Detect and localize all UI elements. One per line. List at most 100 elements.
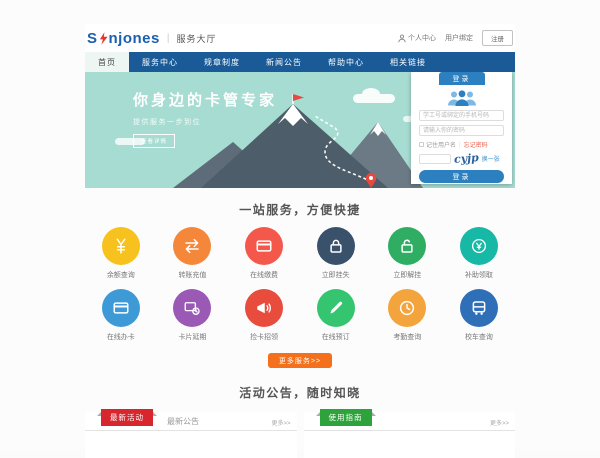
login-tab[interactable]: 登录 [439,72,485,85]
service-circle[interactable] [460,227,498,265]
login-panel: 登录 记住用户名 | 忘记密码 cyjp 换一张 [411,72,512,184]
change-captcha-link[interactable]: 换一张 [482,154,500,163]
user-guide-ribbon[interactable]: 使用指南 [320,409,372,426]
lock-icon [327,237,345,255]
service-circle[interactable] [102,289,140,327]
service-circle[interactable] [173,227,211,265]
nav-item-home[interactable]: 首页 [85,52,129,72]
services-heading: 一站服务，方便快捷 [85,201,515,218]
service-label: 考勤查询 [393,332,421,342]
header-links: 个人中心 用户绑定 注册 [398,30,513,46]
more-services-button[interactable]: 更多服务>> [268,353,332,368]
remember-checkbox[interactable] [419,142,424,147]
personal-center-link[interactable]: 个人中心 [398,33,436,43]
logo-text: S njones [87,30,160,47]
logo[interactable]: S njones | 服务大厅 [87,30,216,47]
hero-cta-button[interactable]: 查看详情 [133,134,175,148]
service-circle[interactable] [245,289,283,327]
user-bind-label: 用户绑定 [445,33,473,43]
pencil-icon [327,299,345,317]
divider: | [459,142,461,148]
service-item-found-card[interactable]: 捡卡招领 [228,289,300,342]
service-item-balance[interactable]: 余额查询 [85,227,157,280]
card-clock-icon [183,299,201,317]
service-circle[interactable] [245,227,283,265]
captcha-image[interactable]: cyjp [454,151,480,166]
latest-activity-ribbon[interactable]: 最新活动 [101,409,153,426]
services-grid: 余额查询 转账充值 在线缴费 立即挂失 [85,227,515,351]
hero-copy: 你身边的卡管专家 提供服务一步到位 查看详情 [133,89,277,148]
service-label: 立即挂失 [322,270,350,280]
nav-item-news[interactable]: 新闻公告 [253,52,315,72]
user-bind-link[interactable]: 用户绑定 [445,33,473,43]
yen-icon [112,237,130,255]
service-item-school-bus[interactable]: 校车查询 [443,289,515,342]
service-circle[interactable] [317,227,355,265]
more-link[interactable]: 更多>> [271,418,290,427]
service-label: 在线预订 [322,332,350,342]
service-item-apply-card[interactable]: 在线办卡 [85,289,157,342]
logo-suffix: njones [109,30,160,47]
lightning-icon [99,32,108,45]
service-circle[interactable] [173,289,211,327]
service-label: 在线缴费 [250,270,278,280]
password-input[interactable] [419,125,504,136]
panel-header: 最新活动 最新公告 更多>> [85,412,297,431]
service-item-pay[interactable]: 在线缴费 [228,227,300,280]
main-nav: 首页 服务中心 规章制度 新闻公告 帮助中心 相关链接 [85,52,515,72]
service-item-subsidy[interactable]: 补助领取 [443,227,515,280]
card-icon [255,237,273,255]
captcha-row: cyjp 换一张 [419,152,504,165]
megaphone-icon [255,299,273,317]
service-item-transfer[interactable]: 转账充值 [157,227,229,280]
service-label: 转账充值 [178,270,206,280]
register-button[interactable]: 注册 [482,30,513,46]
nav-item-service-center[interactable]: 服务中心 [129,52,191,72]
transfer-icon [183,237,201,255]
nav-item-links[interactable]: 相关链接 [377,52,439,72]
hero-subtitle: 提供服务一步到位 [133,117,277,127]
logo-divider: | [167,33,170,44]
site-name: 服务大厅 [176,32,216,45]
hero-banner: 你身边的卡管专家 提供服务一步到位 查看详情 [85,72,515,188]
remember-label: 记住用户名 [426,140,456,149]
service-circle[interactable] [460,289,498,327]
service-circle[interactable] [102,227,140,265]
latest-news-tab[interactable]: 最新公告 [167,416,199,427]
service-item-booking[interactable]: 在线预订 [300,289,372,342]
nav-item-rules[interactable]: 规章制度 [191,52,253,72]
panel-header: 使用指南 更多>> [304,412,516,431]
service-item-attendance[interactable]: 考勤查询 [372,289,444,342]
service-circle[interactable] [317,289,355,327]
login-button[interactable]: 登录 [419,170,504,183]
coin-icon [470,237,488,255]
unlock-icon [398,237,416,255]
more-link[interactable]: 更多>> [490,418,509,427]
service-circle[interactable] [388,289,426,327]
service-label: 卡片延期 [178,332,206,342]
site-header: S njones | 服务大厅 个人中心 用户绑定 注册 [85,24,515,52]
bus-icon [470,299,488,317]
service-item-card-extend[interactable]: 卡片延期 [157,289,229,342]
captcha-input[interactable] [419,154,451,164]
service-label: 校车查询 [465,332,493,342]
page: S njones | 服务大厅 个人中心 用户绑定 注册 首页 [0,0,600,450]
clock-icon [398,299,416,317]
forgot-password-link[interactable]: 忘记密码 [464,140,488,149]
service-label: 补助领取 [465,270,493,280]
service-circle[interactable] [388,227,426,265]
service-label: 立即解挂 [393,270,421,280]
service-item-unlock[interactable]: 立即解挂 [372,227,444,280]
logo-prefix: S [87,30,98,47]
hero-title: 你身边的卡管专家 [133,89,277,110]
service-label: 捡卡招领 [250,332,278,342]
activity-heading: 活动公告，随时知晓 [85,384,515,401]
user-icon [398,34,406,43]
remember-row: 记住用户名 | 忘记密码 [419,140,504,149]
activity-panels: 最新活动 最新公告 更多>> 使用指南 更多>> [85,412,515,458]
service-label: 在线办卡 [107,332,135,342]
username-input[interactable] [419,110,504,121]
activity-panel-right: 使用指南 更多>> [304,412,516,458]
service-item-report-loss[interactable]: 立即挂失 [300,227,372,280]
nav-item-help[interactable]: 帮助中心 [315,52,377,72]
